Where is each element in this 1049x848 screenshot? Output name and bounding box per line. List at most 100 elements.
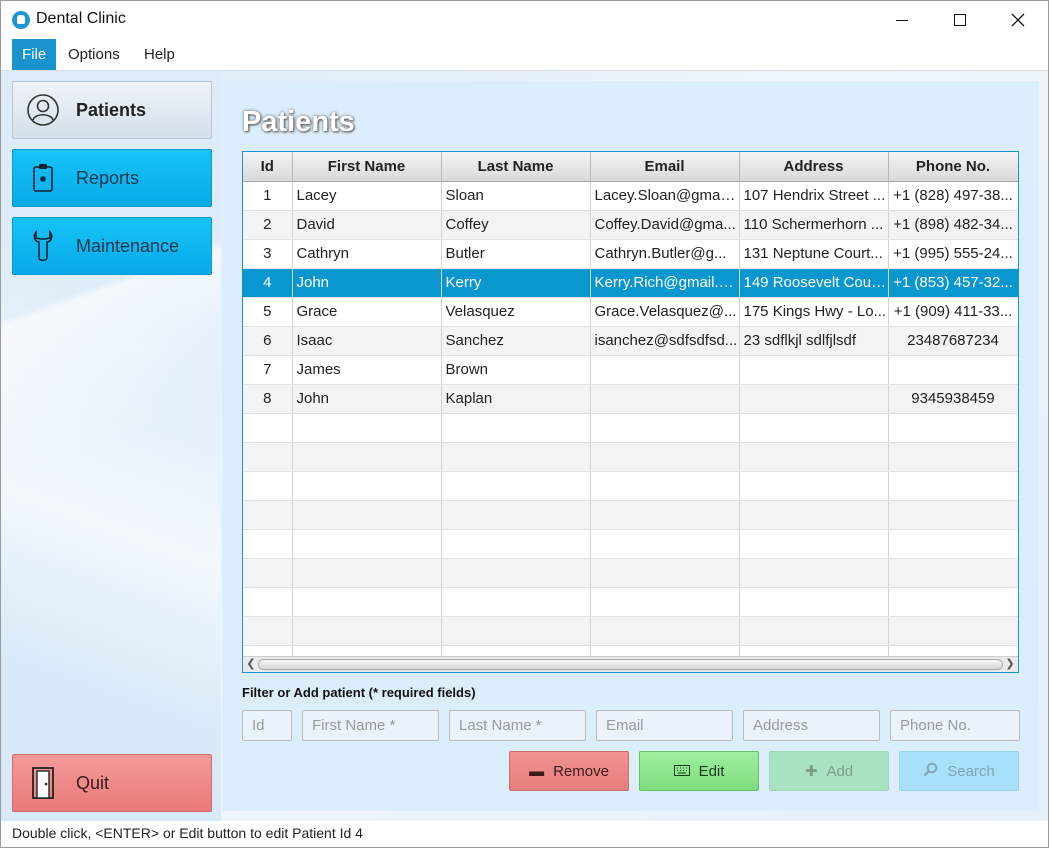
table-row-empty <box>243 587 1018 617</box>
menu-file[interactable]: File <box>12 39 57 70</box>
status-text: Double click, <ENTER> or Edit button to … <box>12 825 363 841</box>
table-row-selected[interactable]: 4 John Kerry Kerry.Rich@gmail.c... 149 Roose… <box>243 268 1018 298</box>
edit-button[interactable]: Edit <box>639 751 759 791</box>
cell-first-name: Grace <box>292 297 442 327</box>
cell-empty <box>739 471 889 501</box>
cell-id: 7 <box>243 355 293 385</box>
cell-first-name: David <box>292 210 442 240</box>
cell-first-name: John <box>292 384 442 414</box>
patients-panel: Patients Id First Name Last Name Email A… <box>222 81 1039 811</box>
user-circle-icon <box>25 92 61 128</box>
menu-options[interactable]: Options <box>58 39 130 70</box>
address-field[interactable] <box>743 710 880 741</box>
scroll-right-icon[interactable]: ❯ <box>1003 658 1017 671</box>
cell-empty <box>243 442 293 472</box>
cell-empty <box>590 587 740 617</box>
cell-empty <box>888 442 1018 472</box>
clipboard-icon <box>25 160 61 196</box>
column-header-email[interactable]: Email <box>590 152 740 182</box>
cell-empty <box>888 413 1018 443</box>
cell-empty <box>292 558 442 588</box>
cell-empty <box>292 587 442 617</box>
patients-table[interactable]: Id First Name Last Name Email Address Ph… <box>242 151 1019 673</box>
cell-address: 149 Roosevelt Cour... <box>739 268 889 298</box>
table-row[interactable]: 2 David Coffey Coffey.David@gma... 110 Scher… <box>243 210 1018 240</box>
table-row-empty <box>243 529 1018 559</box>
cell-empty <box>739 558 889 588</box>
sidebar-item-patients[interactable]: Patients <box>12 81 212 139</box>
cell-empty <box>888 471 1018 501</box>
content-area: Patients Reports Maintenance Quit Patien… <box>1 71 1048 821</box>
search-button[interactable]: Search <box>899 751 1019 791</box>
plus-icon: ✚ <box>804 763 818 780</box>
sidebar-item-label: Patients <box>76 99 147 120</box>
sidebar-item-label: Reports <box>76 167 140 188</box>
cell-empty <box>739 616 889 646</box>
id-field[interactable] <box>242 710 292 741</box>
maximize-button[interactable] <box>931 1 989 39</box>
cell-empty <box>243 616 293 646</box>
column-header-address[interactable]: Address <box>739 152 889 182</box>
column-header-phone[interactable]: Phone No. <box>888 152 1018 182</box>
cell-phone: +1 (828) 497-38... <box>888 181 1018 211</box>
quit-label: Quit <box>76 772 110 793</box>
scroll-left-icon[interactable]: ❮ <box>244 658 258 671</box>
cell-empty <box>292 500 442 530</box>
table-row[interactable]: 6 Isaac Sanchez isanchez@sdfsdfsd... 23 sdfl… <box>243 326 1018 356</box>
cell-first-name: Lacey <box>292 181 442 211</box>
scrollbar-thumb[interactable] <box>258 659 1003 670</box>
cell-empty <box>590 413 740 443</box>
table-row[interactable]: 7 James Brown <box>243 355 1018 385</box>
column-header-first-name[interactable]: First Name <box>292 152 442 182</box>
remove-button[interactable]: ▬ Remove <box>509 751 629 791</box>
cell-empty <box>888 529 1018 559</box>
sidebar: Patients Reports Maintenance Quit <box>1 71 221 821</box>
cell-empty <box>739 500 889 530</box>
table-row[interactable]: 3 Cathryn Butler Cathryn.Butler@g... 131 Nep… <box>243 239 1018 269</box>
menu-help[interactable]: Help <box>134 39 185 70</box>
cell-address: 110 Schermerhorn ... <box>739 210 889 240</box>
cell-last-name: Coffey <box>441 210 591 240</box>
cell-empty <box>441 442 591 472</box>
horizontal-scrollbar[interactable]: ❮ ❯ <box>243 656 1018 672</box>
wrench-icon <box>25 228 61 264</box>
cell-empty <box>243 500 293 530</box>
cell-last-name: Kerry <box>441 268 591 298</box>
menu-bar: File Options Help <box>1 39 1048 71</box>
table-row[interactable]: 5 Grace Velasquez Grace.Velasquez@... 175 Ki… <box>243 297 1018 327</box>
table-row[interactable]: 1 Lacey Sloan Lacey.Sloan@gmail... 107 Hendr… <box>243 181 1018 211</box>
cell-phone: +1 (909) 411-33... <box>888 297 1018 327</box>
sidebar-item-maintenance[interactable]: Maintenance <box>12 217 212 275</box>
cell-last-name: Velasquez <box>441 297 591 327</box>
phone-field[interactable] <box>890 710 1020 741</box>
cell-address: 131 Neptune Court... <box>739 239 889 269</box>
column-header-id[interactable]: Id <box>243 152 293 182</box>
cell-empty <box>441 529 591 559</box>
add-button[interactable]: ✚ Add <box>769 751 889 791</box>
cell-last-name: Sloan <box>441 181 591 211</box>
table-row-empty <box>243 471 1018 501</box>
minimize-button[interactable] <box>873 1 931 39</box>
cell-address: 175 Kings Hwy - Lo... <box>739 297 889 327</box>
close-icon <box>1011 13 1025 27</box>
cell-id: 6 <box>243 326 293 356</box>
last-name-field[interactable] <box>449 710 586 741</box>
maximize-icon <box>954 14 966 26</box>
close-button[interactable] <box>989 1 1047 39</box>
quit-button[interactable]: Quit <box>12 754 212 812</box>
cell-empty <box>590 500 740 530</box>
cell-empty <box>243 471 293 501</box>
cell-empty <box>739 587 889 617</box>
cell-empty <box>888 558 1018 588</box>
cell-empty <box>243 413 293 443</box>
title-bar[interactable]: Dental Clinic <box>1 1 1048 39</box>
cell-empty <box>292 529 442 559</box>
cell-last-name: Sanchez <box>441 326 591 356</box>
email-field[interactable] <box>596 710 733 741</box>
column-header-last-name[interactable]: Last Name <box>441 152 591 182</box>
table-row-empty <box>243 442 1018 472</box>
table-row[interactable]: 8 John Kaplan 9345938459 <box>243 384 1018 414</box>
sidebar-item-reports[interactable]: Reports <box>12 149 212 207</box>
first-name-field[interactable] <box>302 710 439 741</box>
cell-empty <box>739 413 889 443</box>
